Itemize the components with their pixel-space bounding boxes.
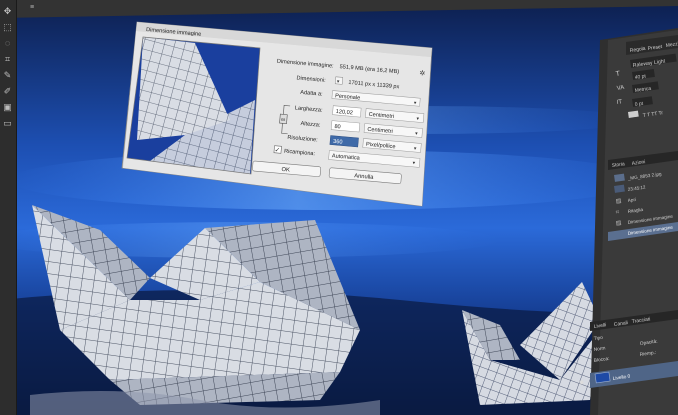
resolution-value: 360 [333, 139, 343, 146]
height-value: 80 [334, 124, 341, 131]
settings-gear-icon[interactable]: ✲ [419, 69, 426, 77]
photoshop-window: ≡ ✥ ⬚ ◌ ⌗ ✎ ✐ ▣ ▭ Regola Preset Mezzi Ra… [0, 0, 678, 415]
ok-button-label: OK [281, 167, 290, 174]
dialog-preview[interactable] [126, 36, 261, 175]
svg-text:∞: ∞ [281, 117, 286, 123]
image-size-dialog: Dimensione immagine Dimensione immagine:… [121, 21, 433, 207]
checkmark-icon: ✓ [274, 147, 280, 154]
